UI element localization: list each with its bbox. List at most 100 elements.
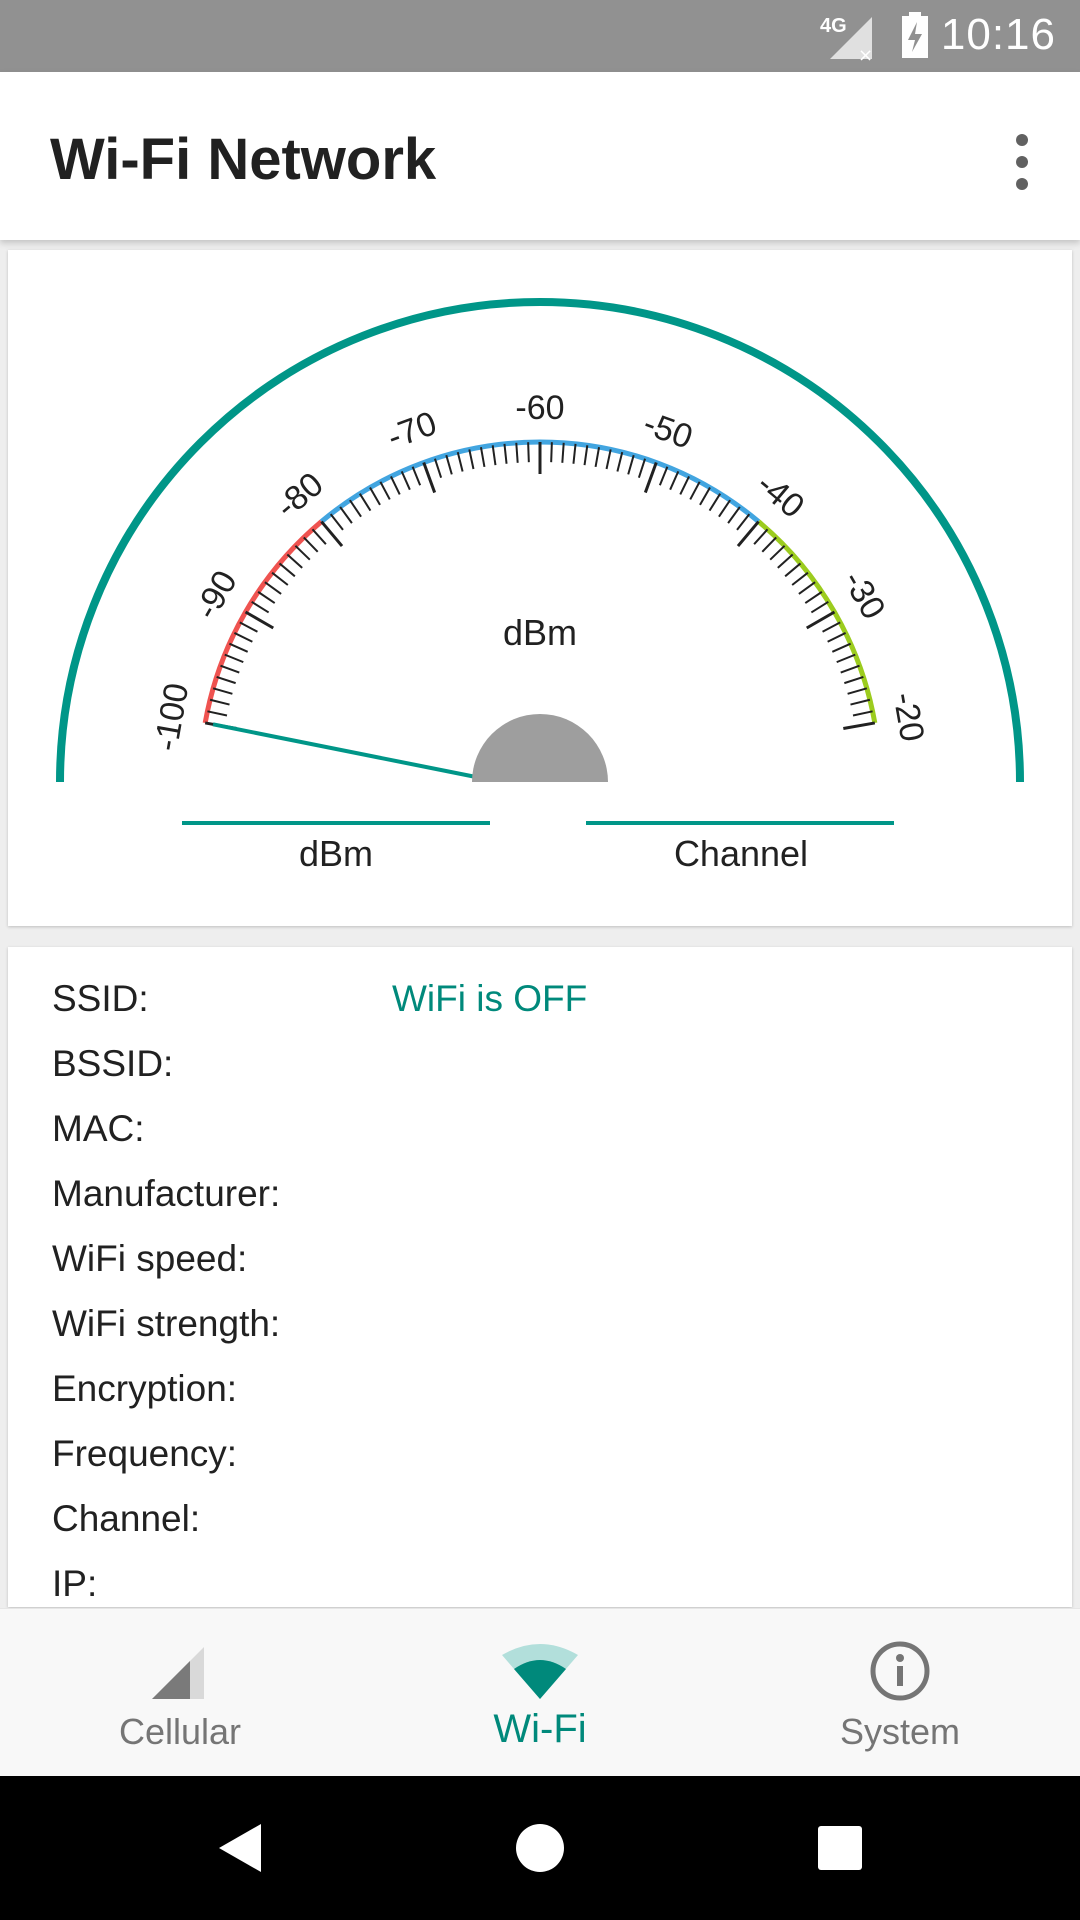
gauge-minor-tick	[257, 591, 276, 604]
gauge-minor-tick	[264, 581, 282, 595]
gauge-minor-tick	[220, 664, 240, 674]
info-label: Channel:	[52, 1498, 201, 1539]
gauge-minor-tick	[679, 475, 690, 495]
gauge-tick-label: -40	[749, 465, 811, 526]
gauge-minor-tick	[810, 600, 829, 614]
gauge-minor-tick	[390, 475, 401, 495]
gauge-minor-tick	[207, 710, 228, 717]
gauge-minor-tick	[669, 470, 680, 491]
info-icon	[860, 1639, 940, 1703]
gauge-minor-tick	[209, 698, 230, 706]
gauge-minor-tick	[468, 449, 475, 470]
gauge-tick-label: -30	[835, 564, 892, 626]
gauge-minor-tick	[411, 466, 422, 486]
info-row: IP:	[52, 1554, 1052, 1607]
info-label: Frequency:	[52, 1433, 238, 1474]
gauge-minor-tick	[515, 442, 519, 463]
info-row: WiFi strength:	[52, 1294, 1052, 1354]
gauge-tick-label: -60	[515, 389, 564, 427]
nav-item-system[interactable]: System	[720, 1609, 1080, 1777]
status-bar: 4G × 10:16	[0, 0, 1080, 72]
gauge-minor-tick	[349, 499, 362, 518]
wifi-icon	[500, 1639, 580, 1703]
gauge-minor-tick	[777, 553, 794, 569]
gauge-minor-tick	[658, 466, 669, 486]
gauge-tick-label: -70	[382, 404, 441, 457]
gauge-major-tick	[422, 461, 437, 494]
gauge-minor-tick	[572, 443, 577, 464]
gauge-minor-tick	[286, 553, 303, 569]
gauge-minor-tick	[727, 506, 741, 524]
back-icon[interactable]	[180, 1776, 300, 1920]
page-title: Wi-Fi Network	[50, 127, 437, 192]
info-row: Manufacturer:	[52, 1164, 1052, 1224]
gauge-minor-tick	[271, 571, 289, 586]
gauge-minor-tick	[527, 442, 530, 463]
gauge-minor-tick	[456, 451, 464, 472]
info-label: WiFi strength:	[52, 1303, 281, 1344]
gauge-minor-tick	[561, 442, 565, 463]
nav-item-cellular[interactable]: Cellular	[0, 1609, 360, 1777]
gauge-minor-tick	[583, 445, 589, 466]
gauge-tick-label: -80	[269, 465, 331, 526]
gauge-outer-arc	[56, 298, 1024, 783]
gauge-minor-tick	[216, 675, 236, 685]
gauge-minor-tick	[689, 481, 701, 500]
gauge-major-tick	[843, 721, 876, 730]
readout-label-channel: Channel	[674, 833, 808, 874]
gauge-minor-tick	[804, 591, 823, 604]
gauge-minor-tick	[627, 454, 635, 475]
gauge-minor-tick	[329, 513, 344, 531]
cellular-signal-no-service-icon: 4G ×	[820, 15, 882, 63]
info-row: Encryption:	[52, 1359, 1052, 1419]
info-label: WiFi speed:	[52, 1238, 248, 1279]
gauge-minor-tick	[637, 458, 647, 478]
gauge-minor-tick	[736, 513, 751, 531]
gauge-tick-label: -90	[187, 564, 244, 626]
recents-icon[interactable]	[780, 1776, 900, 1920]
app-bar: Wi-Fi Network	[0, 72, 1080, 240]
info-value: WiFi is OFF	[392, 978, 588, 1019]
gauge-minor-tick	[718, 499, 731, 518]
gauge-tick-label: -100	[147, 680, 196, 754]
gauge-major-tick	[244, 610, 275, 630]
gauge-major-tick	[643, 461, 658, 494]
home-icon[interactable]	[480, 1776, 600, 1920]
nav-item-wifi[interactable]: Wi-Fi	[360, 1609, 720, 1777]
network-info-card: SSID: WiFi is OFF BSSID: MAC: Manufacturer: W…	[8, 947, 1072, 1607]
gauge-minor-tick	[594, 446, 601, 468]
gauge-minor-tick	[798, 581, 816, 595]
gauge-minor-tick	[708, 493, 722, 512]
nav-label-wifi: Wi-Fi	[493, 1707, 587, 1751]
signal-gauge: -100 -90 -80 -70 -60 -50 -40 -30 -20 dBm dBm Channe…	[56, 298, 1024, 874]
gauge-minor-tick	[294, 545, 311, 561]
svg-text:×: ×	[858, 45, 873, 63]
system-navigation-bar	[0, 1776, 1080, 1920]
nav-label-system: System	[839, 1711, 961, 1752]
gauge-major-tick	[805, 610, 836, 630]
gauge-minor-tick	[358, 493, 372, 512]
info-label: MAC:	[52, 1108, 145, 1149]
gauge-minor-tick	[479, 446, 486, 468]
gauge-minor-tick	[239, 621, 258, 633]
gauge-minor-tick	[769, 545, 786, 561]
gauge-minor-tick	[827, 632, 847, 643]
info-label: Manufacturer:	[52, 1173, 281, 1214]
nav-label-cellular: Cellular	[118, 1711, 242, 1752]
gauge-minor-tick	[311, 528, 327, 545]
info-label: BSSID:	[52, 1043, 174, 1084]
gauge-minor-tick	[852, 710, 873, 717]
gauge-minor-tick	[753, 528, 769, 545]
gauge-minor-tick	[831, 642, 852, 653]
gauge-minor-tick	[605, 449, 612, 470]
more-vert-icon[interactable]	[994, 122, 1050, 202]
gauge-minor-tick	[844, 675, 864, 685]
gauge-minor-tick	[836, 653, 856, 664]
gauge-minor-tick	[840, 664, 860, 674]
gauge-minor-tick	[791, 571, 809, 586]
gauge-minor-tick	[784, 562, 802, 578]
gauge-minor-tick	[850, 698, 871, 706]
info-row: Frequency:	[52, 1424, 1052, 1484]
status-time: 10:16	[940, 10, 1056, 59]
gauge-minor-tick	[379, 481, 391, 500]
